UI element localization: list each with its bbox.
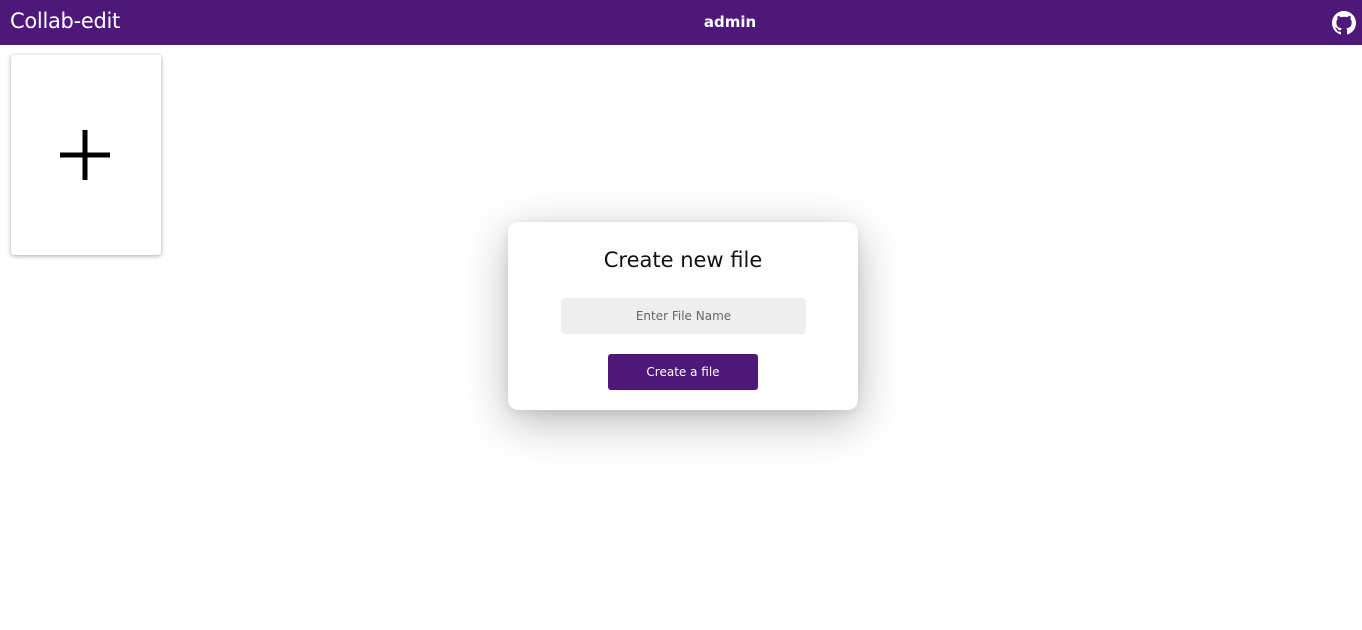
file-name-input[interactable] (561, 298, 806, 334)
dialog-title: Create new file (603, 248, 763, 272)
username-label: admin (703, 13, 757, 31)
create-file-button[interactable]: Create a file (608, 354, 758, 390)
github-icon[interactable] (1332, 11, 1356, 35)
plus-icon (60, 130, 110, 180)
create-file-dialog: Create new file Create a file (508, 222, 858, 410)
top-navigation-bar: Collab-edit admin (0, 0, 1362, 45)
new-file-card[interactable] (11, 55, 161, 255)
